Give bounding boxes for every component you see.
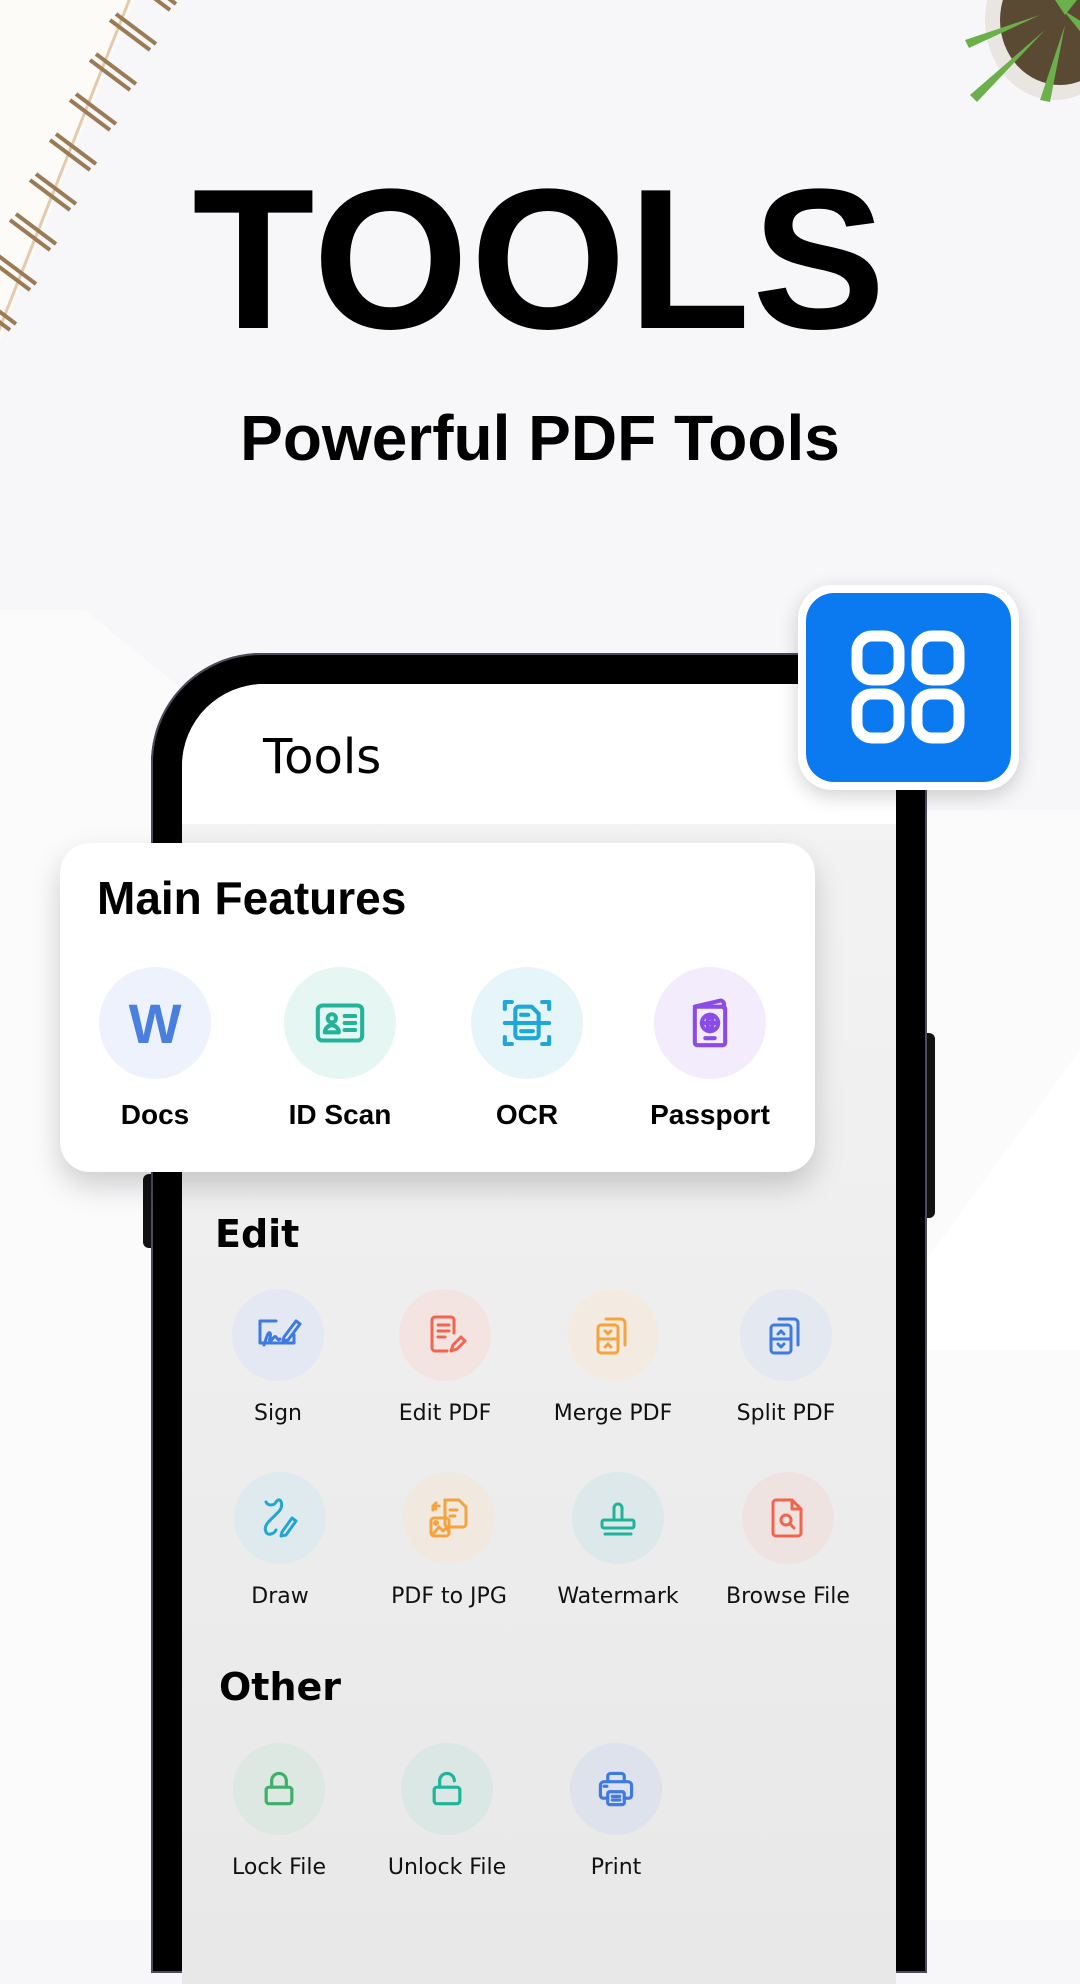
screen-title: Tools <box>263 729 382 785</box>
apps-badge-inner <box>806 593 1011 782</box>
id-card-icon <box>315 1003 365 1043</box>
tool-edit-pdf[interactable]: Edit PDF <box>360 1289 530 1426</box>
plant-decoration <box>965 0 1080 102</box>
signature-icon <box>258 1319 302 1347</box>
feature-docs[interactable]: W Docs <box>55 967 255 1131</box>
feature-label: OCR <box>495 1099 559 1130</box>
main-features-title: Main Features <box>97 872 407 924</box>
tool-label: Browse File <box>726 1584 850 1609</box>
tool-pdf-to-jpg[interactable]: PDF to JPG <box>364 1472 534 1609</box>
section-title-edit: Edit <box>215 1212 300 1256</box>
tool-label: Print <box>590 1855 642 1880</box>
tool-label: Lock File <box>232 1855 326 1880</box>
feature-label: Passport <box>650 1099 770 1130</box>
feature-circle <box>284 967 396 1079</box>
tool-circle <box>401 1743 493 1835</box>
split-files-icon <box>769 1317 800 1355</box>
tool-draw[interactable]: Draw <box>195 1472 365 1609</box>
feature-passport[interactable]: Passport <box>610 967 810 1131</box>
tool-label: Sign <box>254 1401 302 1426</box>
tool-split-pdf[interactable]: Split PDF <box>701 1289 871 1426</box>
tool-print[interactable]: Print <box>531 1743 701 1880</box>
feature-ocr[interactable]: OCR <box>427 967 627 1131</box>
tool-watermark[interactable]: Watermark <box>533 1472 703 1609</box>
tool-circle <box>572 1472 664 1564</box>
printer-icon <box>598 1771 634 1807</box>
tool-label: Watermark <box>557 1584 679 1609</box>
tool-circle <box>233 1743 325 1835</box>
merge-files-icon <box>596 1317 627 1355</box>
hero-title: TOOLS <box>192 148 888 371</box>
tool-label: Draw <box>251 1584 309 1609</box>
word-doc-icon: W <box>128 991 182 1055</box>
edit-document-icon <box>430 1315 467 1353</box>
tool-unlock-file[interactable]: Unlock File <box>362 1743 532 1880</box>
tool-label: Unlock File <box>387 1855 507 1880</box>
tool-label: Merge PDF <box>553 1401 673 1426</box>
hero-subtitle: Powerful PDF Tools <box>240 402 840 474</box>
lock-icon <box>264 1771 294 1806</box>
section-title-other: Other <box>219 1665 342 1709</box>
file-search-icon <box>771 1498 803 1538</box>
tool-circle <box>740 1289 832 1381</box>
tool-circle <box>234 1472 326 1564</box>
feature-circle <box>654 967 766 1079</box>
feature-label: Docs <box>120 1099 190 1130</box>
tool-circle <box>399 1289 491 1381</box>
tool-lock-file[interactable]: Lock File <box>194 1743 364 1880</box>
feature-label: ID Scan <box>288 1099 392 1130</box>
tool-label: Edit PDF <box>398 1401 492 1426</box>
tool-circle <box>742 1472 834 1564</box>
feature-id-scan[interactable]: ID Scan <box>240 967 440 1131</box>
tool-circle <box>403 1472 495 1564</box>
feature-circle: W <box>99 967 211 1079</box>
pdf-to-image-icon <box>429 1498 468 1538</box>
tool-label: PDF to JPG <box>391 1584 507 1609</box>
unlock-icon <box>432 1771 462 1806</box>
tool-circle <box>570 1743 662 1835</box>
apps-grid-icon <box>851 630 964 743</box>
ocr-scan-icon <box>502 999 552 1047</box>
apps-badge <box>798 585 1019 790</box>
feature-circle <box>471 967 583 1079</box>
passport-icon <box>692 998 728 1048</box>
main-features-card: Main Features W Docs ID Scan OCR Passpor… <box>60 843 815 1172</box>
draw-pen-icon <box>263 1498 298 1538</box>
app-header: Tools <box>182 684 896 824</box>
tool-label: Split PDF <box>736 1401 836 1426</box>
tool-merge-pdf[interactable]: Merge PDF <box>528 1289 698 1426</box>
tool-circle <box>232 1289 324 1381</box>
tool-sign[interactable]: Sign <box>193 1289 363 1426</box>
tool-circle <box>567 1289 659 1381</box>
stamp-icon <box>600 1502 636 1536</box>
tool-browse-file[interactable]: Browse File <box>703 1472 873 1609</box>
